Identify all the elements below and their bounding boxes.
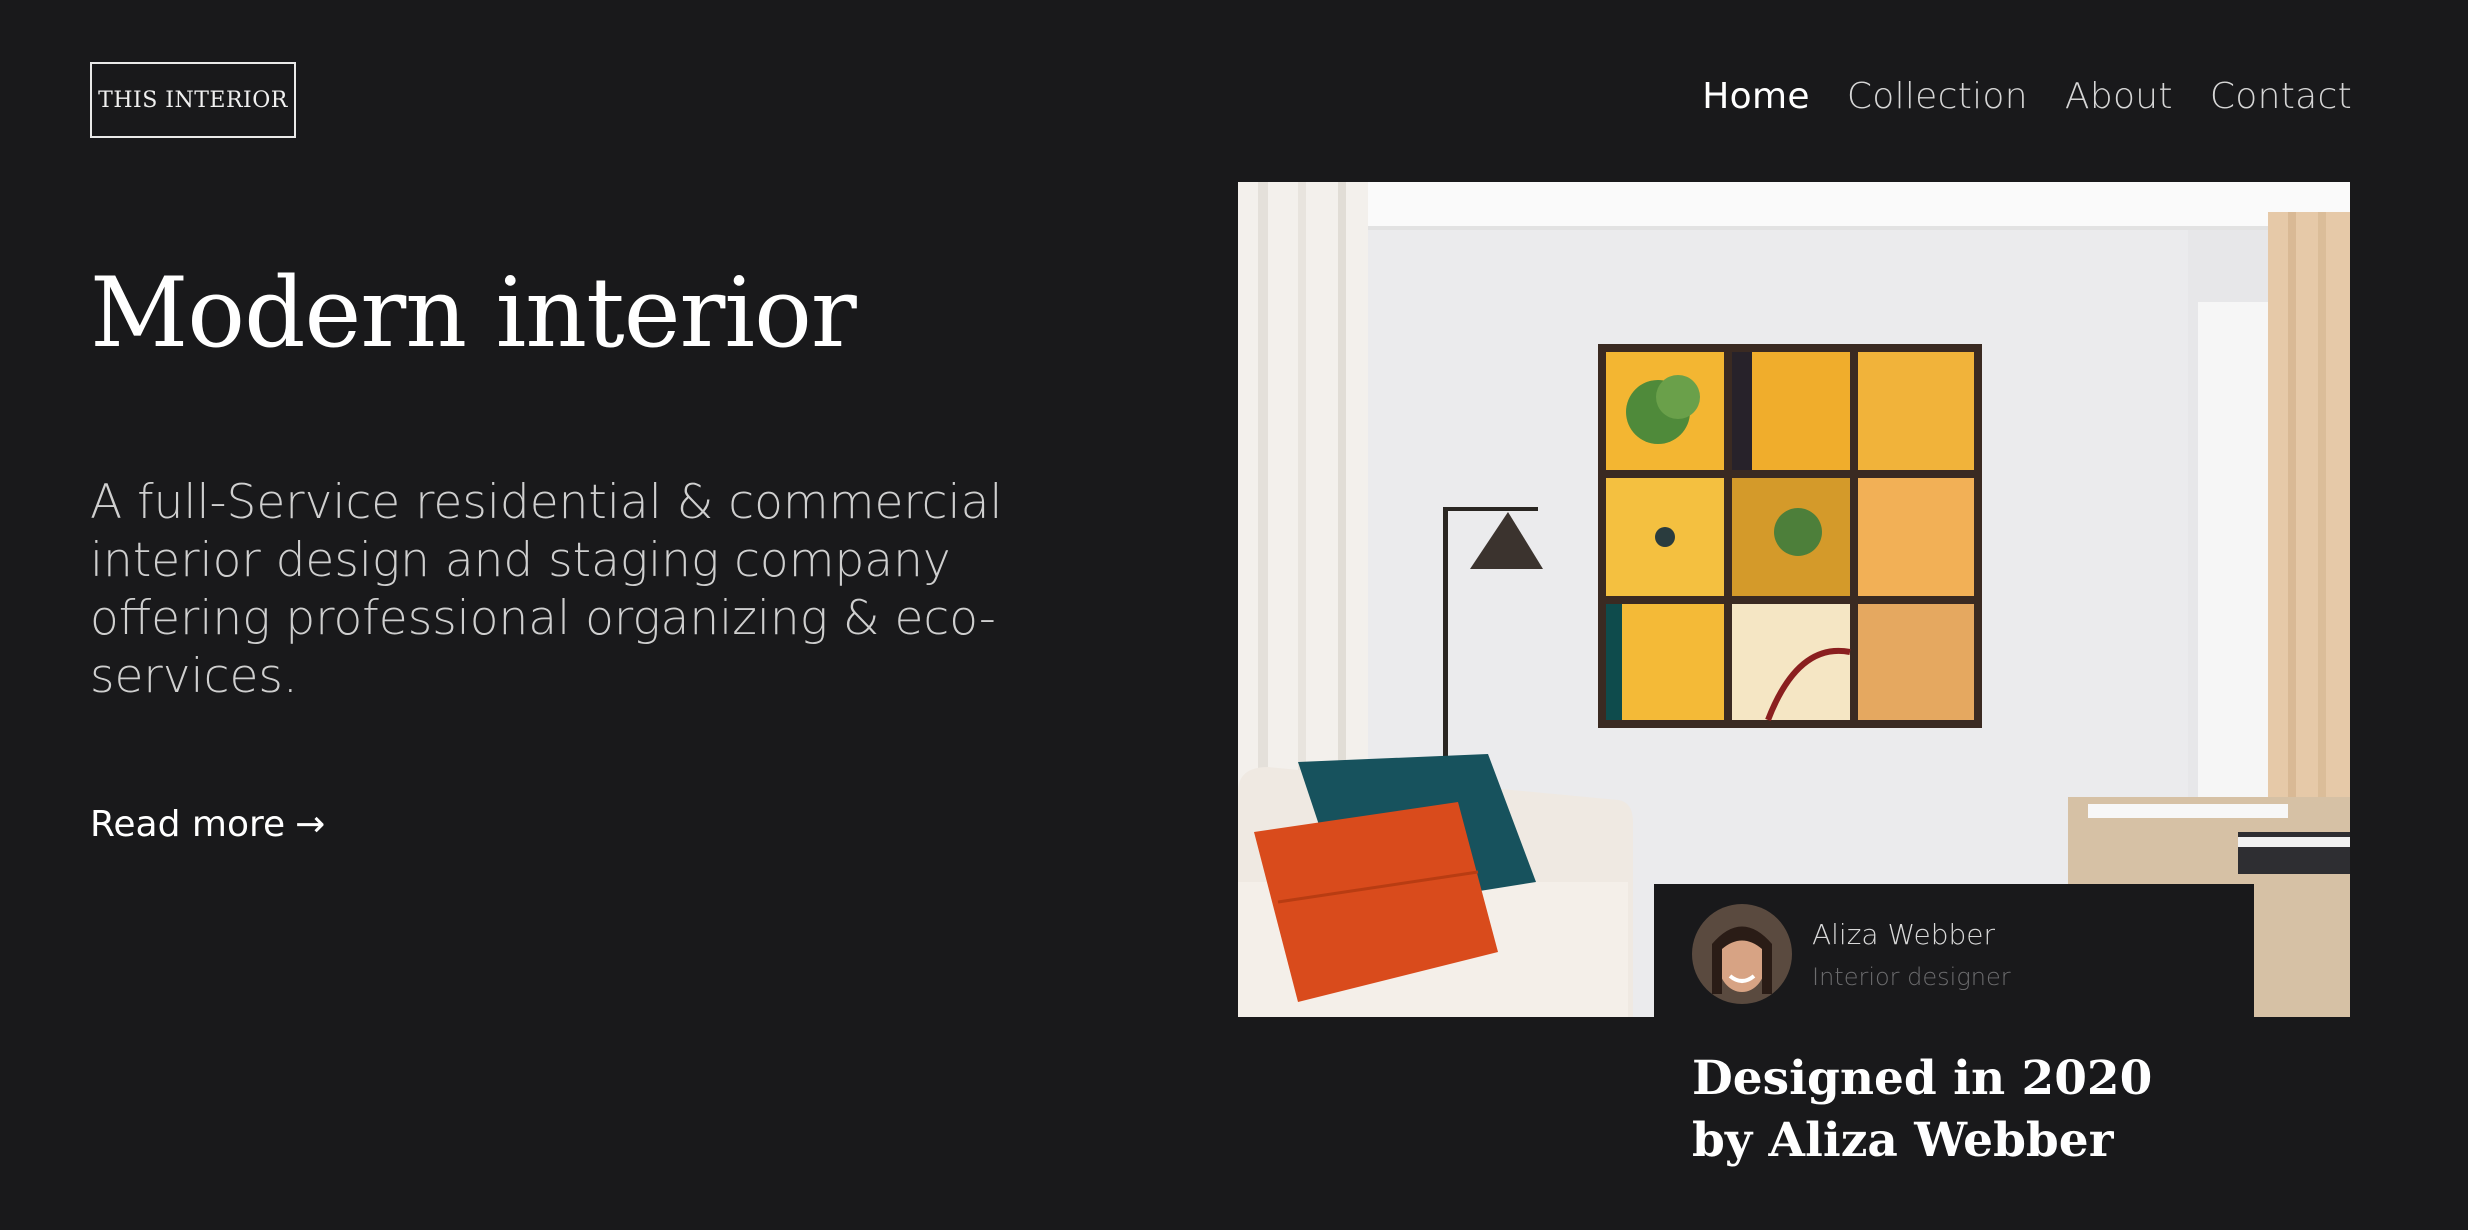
nav-contact[interactable]: Contact [2210, 76, 2352, 117]
designer-info: Aliza Webber Interior designer [1692, 904, 2216, 1004]
main-nav: Home Collection About Contact [1702, 76, 2352, 117]
hero-subtitle: A full-Service residential & commercial … [90, 475, 1003, 704]
read-more-label: Read more [90, 804, 286, 845]
nav-home[interactable]: Home [1702, 76, 1810, 117]
arrow-right-icon: → [295, 804, 326, 845]
nav-about[interactable]: About [2065, 76, 2173, 117]
read-more-link[interactable]: Read more → [90, 804, 325, 845]
card-title: Designed in 2020 by Aliza Webber [1692, 1051, 2153, 1168]
avatar-portrait [1692, 904, 1792, 1004]
nav-collection[interactable]: Collection [1847, 76, 2028, 117]
avatar[interactable] [1692, 904, 1792, 1004]
designer-role: Interior designer [1812, 962, 2011, 991]
logo[interactable]: THIS INTERIOR [90, 62, 296, 138]
designer-card: Aliza Webber Interior designer Designed … [1654, 884, 2254, 1230]
hero-title: Modern interior [90, 257, 857, 369]
designer-name: Aliza Webber [1812, 917, 1996, 951]
designer-meta: Aliza Webber Interior designer [1812, 918, 2011, 991]
